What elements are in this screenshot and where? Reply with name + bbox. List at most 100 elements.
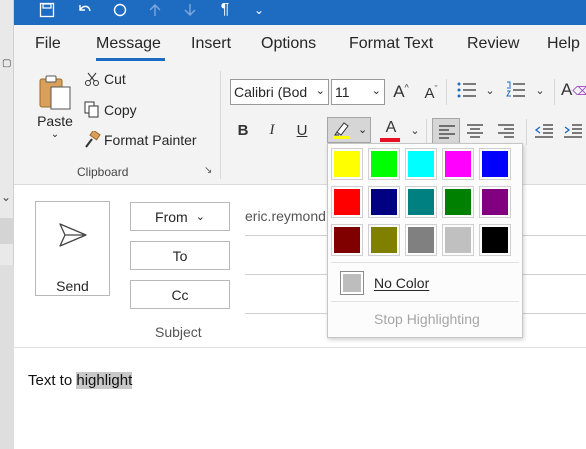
highlight-swatch-black[interactable] bbox=[479, 224, 511, 256]
decrease-indent-icon[interactable] bbox=[534, 123, 554, 142]
send-button[interactable]: Send bbox=[35, 201, 110, 296]
bullets-icon[interactable] bbox=[455, 81, 479, 103]
send-label: Send bbox=[56, 278, 89, 294]
body-text-selected: highlight bbox=[76, 372, 133, 389]
tab-format-text[interactable]: Format Text bbox=[349, 35, 433, 53]
highlight-color-button[interactable]: ⌄ bbox=[327, 117, 371, 143]
swatch-fill bbox=[408, 189, 434, 215]
selected-pane-item[interactable] bbox=[0, 218, 14, 244]
font-color-swatch bbox=[380, 138, 400, 142]
font-name-combo[interactable]: Calibri (Bod ⌄ bbox=[230, 79, 329, 105]
chevron-down-icon[interactable]: ⌄ bbox=[529, 84, 551, 97]
cut-label: Cut bbox=[104, 71, 126, 87]
highlight-swatch-pink[interactable] bbox=[442, 148, 474, 180]
message-body[interactable]: Text to highlight bbox=[28, 372, 133, 389]
highlight-swatch-red[interactable] bbox=[331, 186, 363, 218]
highlight-swatch-violet[interactable] bbox=[479, 186, 511, 218]
paste-dropdown-icon[interactable]: ⌄ bbox=[51, 129, 59, 140]
separator bbox=[426, 119, 427, 145]
align-right-icon[interactable] bbox=[497, 123, 515, 142]
italic-icon[interactable]: I bbox=[261, 122, 283, 139]
redo-icon[interactable] bbox=[109, 0, 131, 20]
copy-label: Copy bbox=[104, 102, 137, 118]
align-left-button[interactable] bbox=[432, 118, 460, 144]
underline-icon[interactable]: U bbox=[291, 122, 313, 139]
chevron-down-icon[interactable]: ⌄ bbox=[404, 124, 426, 137]
swatch-fill bbox=[445, 151, 471, 177]
send-icon bbox=[58, 222, 88, 251]
highlight-swatch-turquoise[interactable] bbox=[405, 148, 437, 180]
body-separator bbox=[14, 347, 586, 348]
bold-icon[interactable]: B bbox=[232, 122, 254, 139]
left-pane-strip: ▢ ⌄ bbox=[0, 0, 14, 449]
chevron-down-icon[interactable]: ⌄ bbox=[479, 84, 501, 97]
highlight-swatch-teal[interactable] bbox=[405, 186, 437, 218]
paste-label: Paste bbox=[37, 113, 73, 129]
highlight-swatch-gray-25[interactable] bbox=[442, 224, 474, 256]
to-label: To bbox=[172, 247, 188, 264]
separator bbox=[446, 79, 447, 105]
customize-toolbar-icon[interactable]: ⌄ bbox=[248, 0, 270, 20]
font-color-icon[interactable]: A bbox=[380, 119, 402, 137]
font-name-value: Calibri (Bod bbox=[234, 84, 308, 100]
swatch-fill bbox=[445, 189, 471, 215]
cc-label: Cc bbox=[171, 286, 189, 303]
cut-button[interactable]: Cut bbox=[82, 71, 126, 87]
to-button[interactable]: To bbox=[130, 241, 230, 270]
menu-separator bbox=[331, 262, 519, 263]
highlight-swatch-dark-red[interactable] bbox=[331, 224, 363, 256]
from-label: From bbox=[155, 208, 188, 225]
stop-highlighting-option[interactable]: Stop Highlighting bbox=[374, 311, 480, 327]
chevron-down-icon[interactable]: ⌄ bbox=[372, 84, 381, 97]
no-color-option[interactable]: No Color bbox=[340, 271, 429, 295]
chevron-down-icon[interactable]: ⌄ bbox=[358, 123, 367, 136]
pane-fragment: ▢ bbox=[2, 58, 12, 69]
cc-button[interactable]: Cc bbox=[130, 280, 230, 309]
highlight-swatch-dark-blue[interactable] bbox=[368, 186, 400, 218]
tab-options[interactable]: Options bbox=[261, 35, 316, 53]
highlighter-icon bbox=[332, 120, 352, 143]
paste-icon bbox=[37, 73, 73, 111]
tab-message[interactable]: Message bbox=[96, 35, 161, 53]
swatch-fill bbox=[482, 151, 508, 177]
swatch-fill bbox=[445, 227, 471, 253]
no-color-swatch-icon bbox=[340, 271, 364, 295]
clear-formatting-icon[interactable]: A⌫ bbox=[561, 80, 586, 100]
dialog-launcher-icon[interactable]: ↘ bbox=[204, 165, 212, 176]
paste-button[interactable]: Paste ⌄ bbox=[34, 73, 76, 149]
tab-help[interactable]: Help bbox=[547, 35, 580, 53]
highlight-swatch-gray-50[interactable] bbox=[405, 224, 437, 256]
swatch-fill bbox=[482, 227, 508, 253]
chevron-down-icon[interactable]: ⌄ bbox=[316, 84, 325, 97]
paragraph-mark-icon[interactable]: ¶ bbox=[214, 0, 236, 20]
numbering-icon[interactable] bbox=[504, 81, 528, 103]
swatch-fill bbox=[408, 151, 434, 177]
tab-file[interactable]: File bbox=[35, 35, 61, 53]
undo-icon[interactable] bbox=[74, 0, 96, 20]
swatch-fill bbox=[371, 189, 397, 215]
no-color-label: No Color bbox=[374, 275, 430, 291]
tab-insert[interactable]: Insert bbox=[191, 35, 231, 53]
highlight-swatch-blue[interactable] bbox=[479, 148, 511, 180]
highlight-swatch-bright-green[interactable] bbox=[368, 148, 400, 180]
from-address[interactable]: eric.reymond bbox=[245, 208, 326, 224]
from-button[interactable]: From ⌄ bbox=[130, 202, 230, 231]
separator bbox=[554, 79, 555, 105]
arrow-down-icon[interactable] bbox=[179, 0, 201, 20]
arrow-up-icon[interactable] bbox=[144, 0, 166, 20]
align-center-icon[interactable] bbox=[466, 123, 484, 142]
copy-button[interactable]: Copy bbox=[82, 101, 137, 119]
highlight-swatch-dark-yellow[interactable] bbox=[368, 224, 400, 256]
increase-indent-icon[interactable] bbox=[563, 123, 583, 142]
format-painter-button[interactable]: Format Painter bbox=[82, 131, 197, 149]
pane-lower-area bbox=[0, 265, 14, 449]
grow-font-icon[interactable]: A^ bbox=[390, 82, 412, 102]
shrink-font-icon[interactable]: Aˇ bbox=[420, 84, 442, 102]
chevron-down-icon[interactable]: ⌄ bbox=[1, 190, 11, 204]
highlight-swatch-green[interactable] bbox=[442, 186, 474, 218]
swatch-fill bbox=[334, 227, 360, 253]
font-size-combo[interactable]: 11 ⌄ bbox=[331, 79, 385, 105]
highlight-swatch-yellow[interactable] bbox=[331, 148, 363, 180]
tab-review[interactable]: Review bbox=[467, 35, 519, 53]
save-icon[interactable] bbox=[36, 0, 58, 20]
